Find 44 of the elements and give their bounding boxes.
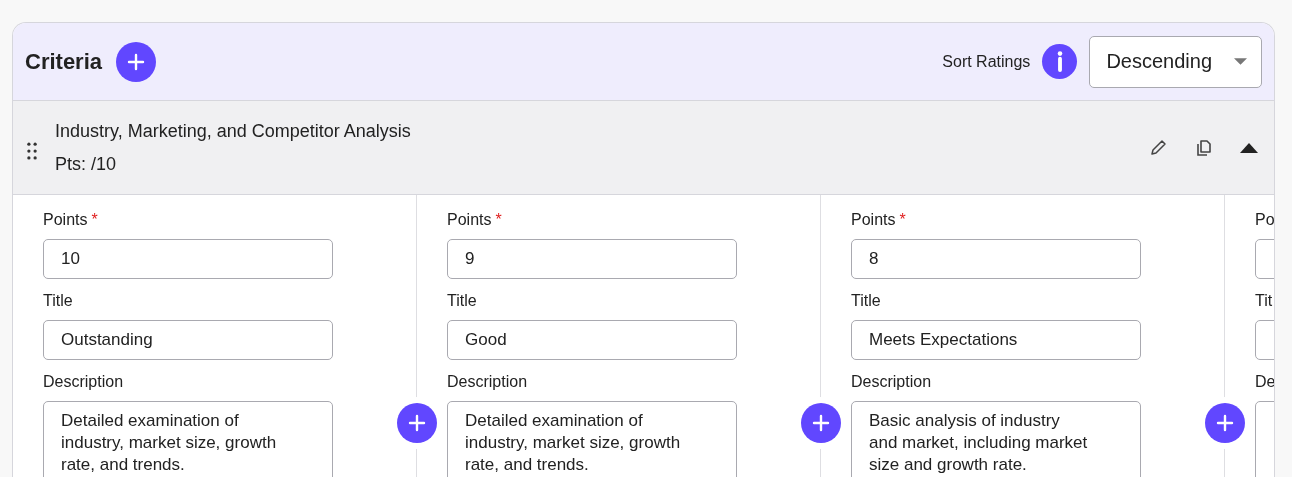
- collapse-button[interactable]: [1240, 142, 1258, 153]
- drag-handle-icon[interactable]: [27, 141, 37, 160]
- info-button[interactable]: [1042, 44, 1078, 79]
- points-label: Points *: [851, 211, 907, 230]
- plus-icon: [1215, 413, 1235, 433]
- title-label: Title: [447, 292, 478, 311]
- points-field[interactable]: 10: [43, 239, 333, 279]
- required-asterisk: *: [899, 211, 906, 228]
- info-icon: [1056, 51, 1063, 72]
- add-criterion-button[interactable]: [116, 41, 157, 82]
- pencil-icon: [1148, 137, 1168, 158]
- plus-icon: [811, 413, 831, 433]
- required-asterisk: *: [91, 211, 98, 228]
- title-field[interactable]: Meets Expectations: [851, 320, 1141, 360]
- caret-up-icon: [1240, 142, 1258, 153]
- points-label: Points *: [43, 211, 99, 230]
- points-label: Points *: [447, 211, 503, 230]
- plus-icon: [126, 51, 147, 72]
- required-asterisk: *: [495, 211, 502, 228]
- title-field[interactable]: Good: [447, 320, 737, 360]
- description-label: Description: [851, 373, 933, 392]
- description-field[interactable]: Detailed examination of industry, market size, growth rate, and trends.: [447, 401, 737, 477]
- sort-ratings-label: Sort Ratings: [942, 52, 1031, 71]
- sort-dropdown[interactable]: Descending: [1089, 35, 1262, 88]
- criterion-points: Pts: /10: [55, 153, 118, 175]
- edit-button[interactable]: [1148, 137, 1168, 158]
- title-label: Title: [43, 292, 74, 311]
- title-label: Title: [851, 292, 882, 311]
- criterion-name: Industry, Marketing, and Competitor Analysis: [55, 120, 411, 142]
- copy-icon: [1194, 137, 1214, 158]
- description-label: Description: [43, 373, 125, 392]
- duplicate-button[interactable]: [1194, 137, 1214, 158]
- description-label: De: [1255, 373, 1274, 392]
- points-field[interactable]: 9: [447, 239, 737, 279]
- criteria-title: Criteria: [25, 48, 103, 75]
- plus-icon: [407, 413, 427, 433]
- title-field[interactable]: Outstanding: [43, 320, 333, 360]
- description-field[interactable]: Basic analysis of industry and market, including market size and growth rate.: [851, 401, 1141, 477]
- description-label: Description: [447, 373, 529, 392]
- points-field[interactable]: 8: [851, 239, 1141, 279]
- points-label: Po: [1255, 211, 1274, 230]
- title-label: Tit: [1255, 292, 1274, 311]
- description-field[interactable]: Detailed examination of industry, market size, growth rate, and trends.: [43, 401, 333, 477]
- caret-down-icon: [1234, 58, 1247, 65]
